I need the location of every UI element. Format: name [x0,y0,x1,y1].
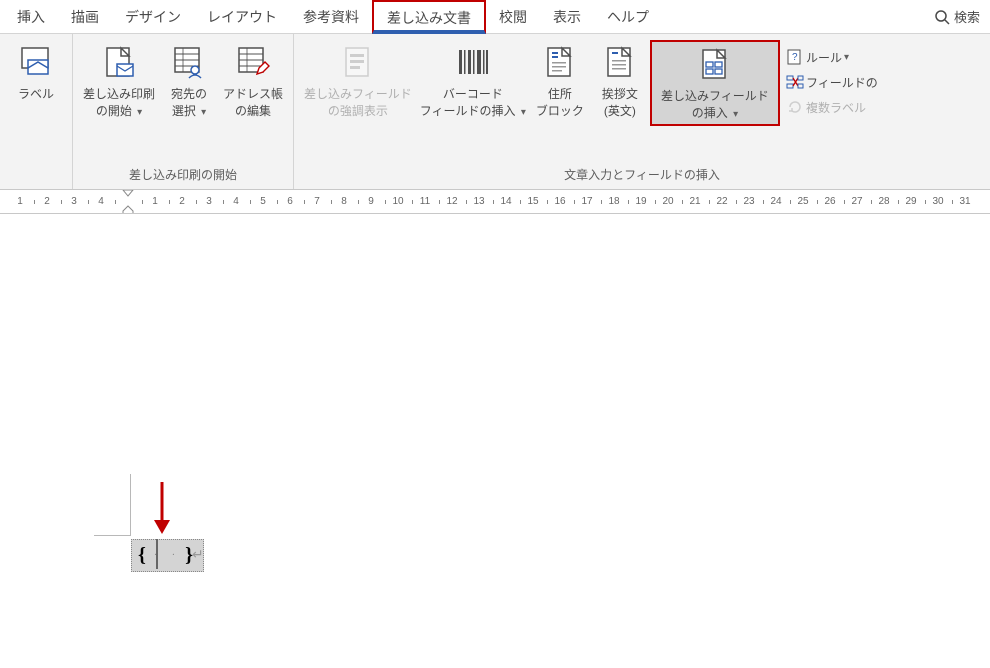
tab-references[interactable]: 参考資料 [290,1,372,33]
horizontal-ruler[interactable]: 4321123456789101112131415161718192021222… [0,190,990,214]
start-mailmerge-icon [99,42,139,82]
barcode-button[interactable]: バーコードフィールドの挿入 ▾ [416,40,530,122]
address-block-button[interactable]: 住所ブロック [530,40,590,122]
dropdown-icon: ▾ [733,109,738,120]
select-recipients-button[interactable]: 宛先の選択 ▾ [159,40,219,122]
ribbon-tabs: 挿入 描画 デザイン レイアウト 参考資料 差し込み文書 校閲 表示 ヘルプ 検… [0,0,990,34]
group-start-mailmerge: 差し込み印刷の開始 ▾ 宛先の選択 ▾ アドレス帳の編集 差し込み印刷の開始 [73,34,294,189]
tab-draw[interactable]: 描画 [58,1,112,33]
tab-view[interactable]: 表示 [540,1,594,33]
greeting-line-label: 挨拶文(英文) [602,86,638,120]
text-cursor [156,539,158,569]
tab-design[interactable]: デザイン [112,1,194,33]
search-icon [934,9,950,25]
group-write-label: 文章入力とフィールドの挿入 [294,164,990,185]
side-buttons-group: ? ルール ▾ フィールドの 複数ラベル [780,40,884,124]
insert-merge-field-button[interactable]: 差し込みフィールドの挿入 ▾ [650,40,780,126]
insert-merge-field-label: 差し込みフィールドの挿入 ▾ [661,88,769,122]
edit-addressbook-icon [233,42,273,82]
start-mailmerge-label: 差し込み印刷の開始 ▾ [83,86,155,120]
start-mailmerge-button[interactable]: 差し込み印刷の開始 ▾ [79,40,159,122]
dropdown-icon: ▾ [844,52,849,63]
group-start-label: 差し込み印刷の開始 [73,164,293,185]
edit-addressbook-label: アドレス帳の編集 [223,86,283,120]
rules-label: ルール [806,49,842,66]
tab-mailings[interactable]: 差し込み文書 [372,0,486,34]
search-label: 検索 [954,7,980,26]
highlight-fields-icon [338,42,378,82]
highlight-fields-button: 差し込みフィールドの強調表示 [300,40,416,122]
match-fields-label: フィールドの [806,74,878,91]
rules-button[interactable]: ? ルール ▾ [783,46,881,68]
barcode-label: バーコードフィールドの挿入 ▾ [420,86,526,120]
greeting-line-button[interactable]: 挨拶文(英文) [590,40,650,122]
rules-icon: ? [786,48,804,66]
address-block-label: 住所ブロック [536,86,584,120]
highlight-fields-label: 差し込みフィールドの強調表示 [304,86,412,120]
tab-review[interactable]: 校閲 [486,1,540,33]
update-labels-icon [786,98,804,116]
hanging-indent-marker[interactable] [122,205,134,214]
document-page[interactable]: { · · } ↵ [0,214,990,668]
left-brace: { [138,544,150,567]
group-write-fields: 差し込みフィールドの強調表示 バーコードフィールドの挿入 ▾ 住所ブロック 挨拶… [294,34,990,189]
tab-layout[interactable]: レイアウト [194,1,290,33]
dropdown-icon: ▾ [201,107,206,118]
barcode-icon [453,42,493,82]
select-recipients-label: 宛先の選択 ▾ [171,86,207,120]
search-box[interactable]: 検索 [924,7,990,26]
labels-button[interactable]: ラベル [6,40,66,105]
first-line-indent-marker[interactable] [122,190,134,197]
insert-merge-field-icon [695,44,735,84]
tab-insert[interactable]: 挿入 [4,1,58,33]
paragraph-mark: ↵ [192,546,204,563]
greeting-line-icon [600,42,640,82]
address-block-icon [540,42,580,82]
group-create: ラベル [0,34,73,189]
annotation-arrow [150,480,174,536]
group-create-label [0,181,72,185]
update-labels-label: 複数ラベル [806,99,866,116]
dropdown-icon: ▾ [137,107,142,118]
match-fields-button[interactable]: フィールドの [783,71,881,93]
labels-icon [16,42,56,82]
document-area: { · · } ↵ [0,214,990,668]
margin-corner-horizontal [94,535,130,536]
match-fields-icon [786,73,804,91]
margin-corner-vertical [130,474,131,536]
labels-label: ラベル [18,86,54,103]
edit-addressbook-button[interactable]: アドレス帳の編集 [219,40,287,122]
tab-help[interactable]: ヘルプ [594,1,662,33]
select-recipients-icon [169,42,209,82]
dropdown-icon: ▾ [521,107,526,118]
ribbon-body: ラベル 差し込み印刷の開始 ▾ 宛先の選択 ▾ [0,34,990,190]
update-labels-button: 複数ラベル [783,96,881,118]
svg-text:?: ? [792,52,798,63]
